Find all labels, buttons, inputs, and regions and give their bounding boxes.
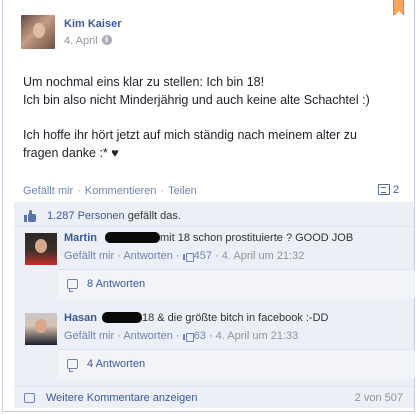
comment-bubble-icon — [24, 393, 35, 403]
replies-row[interactable]: 4 Antworten — [57, 349, 415, 379]
post-date[interactable]: 4. April — [64, 35, 98, 47]
replies-link[interactable]: 4 Antworten — [87, 358, 145, 370]
avatar-face — [33, 23, 45, 38]
comment-like-count[interactable]: 457 — [194, 250, 212, 262]
thumbs-up-icon — [182, 251, 194, 262]
comment-item: Hasan 18 & die größte bitch in facebook … — [14, 311, 415, 381]
post-line: Um nochmal eins klar zu stellen: Ich bin… — [23, 75, 265, 89]
more-comments-row: Weitere Kommentare anzeigen 2 von 507 — [14, 386, 414, 408]
post-actions: Gefällt mir · Kommentieren · Teilen — [23, 185, 197, 197]
comment-item: Martin mit 18 schon prostituierte ? GOOD… — [14, 231, 415, 301]
commenter-avatar[interactable] — [25, 233, 57, 265]
post-body: Um nochmal eins klar zu stellen: Ich bin… — [23, 73, 408, 162]
comment-like-link[interactable]: Gefällt mir — [64, 250, 114, 262]
post-meta: 4. April — [64, 35, 112, 47]
comment-like-count[interactable]: 63 — [194, 330, 206, 342]
thumbs-up-icon — [24, 210, 36, 222]
author-name[interactable]: Kim Kaiser — [64, 18, 121, 30]
comment-reply-link[interactable]: Antworten — [123, 250, 173, 262]
avatar-face — [35, 239, 47, 253]
redaction-bar — [102, 312, 142, 323]
post-card: Kim Kaiser 4. April Um nochmal eins klar… — [2, 0, 415, 412]
comments-feed: 1.287 Personen gefällt das. Martin mit 1… — [14, 202, 415, 408]
author-avatar[interactable] — [21, 15, 55, 49]
commenter-name[interactable]: Martin — [64, 232, 97, 244]
share-link[interactable]: Teilen — [168, 185, 197, 197]
comment-text: mit 18 schon prostituierte ? GOOD JOB — [160, 232, 354, 244]
comment-text: 18 & die größte bitch in facebook :-DD — [142, 312, 329, 324]
commenter-name[interactable]: Hasan — [64, 312, 97, 324]
comment-date[interactable]: 4. April um 21:33 — [216, 330, 299, 342]
action-separator: · — [160, 185, 165, 197]
comment-date[interactable]: 4. April um 21:32 — [222, 250, 305, 262]
replies-row[interactable]: 8 Antworten — [57, 269, 415, 299]
reply-icon — [67, 359, 78, 372]
avatar-face — [35, 319, 47, 333]
globe-icon — [101, 35, 112, 45]
likes-text: 1.287 Personen gefällt das. — [47, 210, 181, 222]
commenter-avatar[interactable] — [25, 313, 57, 345]
like-link[interactable]: Gefällt mir — [23, 185, 73, 197]
post-line: Ich bin also nicht Minderjährig und auch… — [23, 93, 370, 107]
comment-bubble-icon — [378, 184, 390, 195]
likes-suffix: gefällt das. — [124, 210, 181, 222]
action-separator: · — [77, 185, 81, 197]
post-line: Ich hoffe ihr hört jetzt auf mich ständi… — [23, 128, 357, 142]
reply-icon — [67, 279, 78, 292]
likes-count-link[interactable]: 1.287 Personen — [47, 210, 125, 222]
redaction-bar — [105, 232, 160, 243]
comment-meta: Gefällt mir · Antworten · 63 · 4. April … — [64, 330, 299, 342]
likes-summary: 1.287 Personen gefällt das. — [14, 207, 414, 227]
comment-reply-link[interactable]: Antworten — [123, 330, 173, 342]
bookmark-icon[interactable] — [393, 0, 404, 15]
comment-count[interactable]: 2 — [378, 184, 399, 196]
comment-like-link[interactable]: Gefällt mir — [64, 330, 114, 342]
thumbs-up-icon — [182, 331, 194, 342]
more-comments-link[interactable]: Weitere Kommentare anzeigen — [46, 392, 197, 404]
replies-link[interactable]: 8 Antworten — [87, 278, 145, 290]
comment-link[interactable]: Kommentieren — [85, 185, 157, 197]
post-line: fragen danke :* ♥ — [23, 146, 119, 160]
comment-count-value: 2 — [393, 184, 400, 196]
comment-meta: Gefällt mir · Antworten · 457 · 4. April… — [64, 250, 305, 262]
comment-pagination-count: 2 von 507 — [354, 392, 403, 404]
